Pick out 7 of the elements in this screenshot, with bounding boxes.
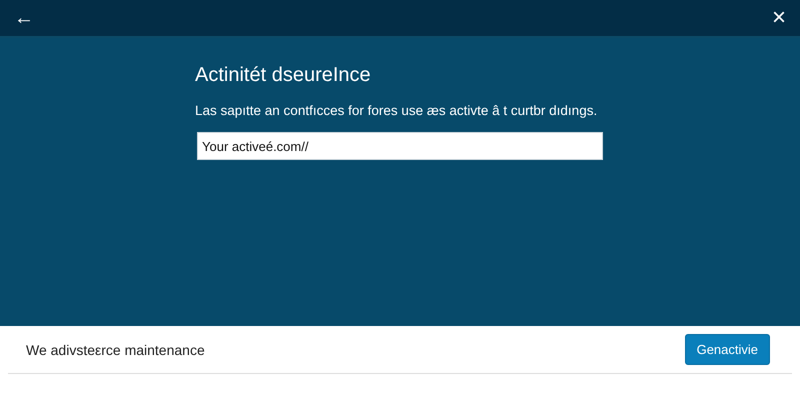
footer-message: We adivsteεrce maintenance (26, 342, 205, 358)
activate-button[interactable]: Genactivie (684, 334, 770, 365)
back-button[interactable]: ← (14, 8, 34, 28)
dialog-description: Las sapıtte an contfıcces for fores use æs activte â t curtbr dıdıngs. (195, 103, 598, 118)
close-button[interactable]: × (772, 8, 786, 28)
dialog-title: Actinitét dseureInce (195, 64, 372, 87)
url-input-field[interactable]: Your activeé.com// (197, 132, 603, 160)
